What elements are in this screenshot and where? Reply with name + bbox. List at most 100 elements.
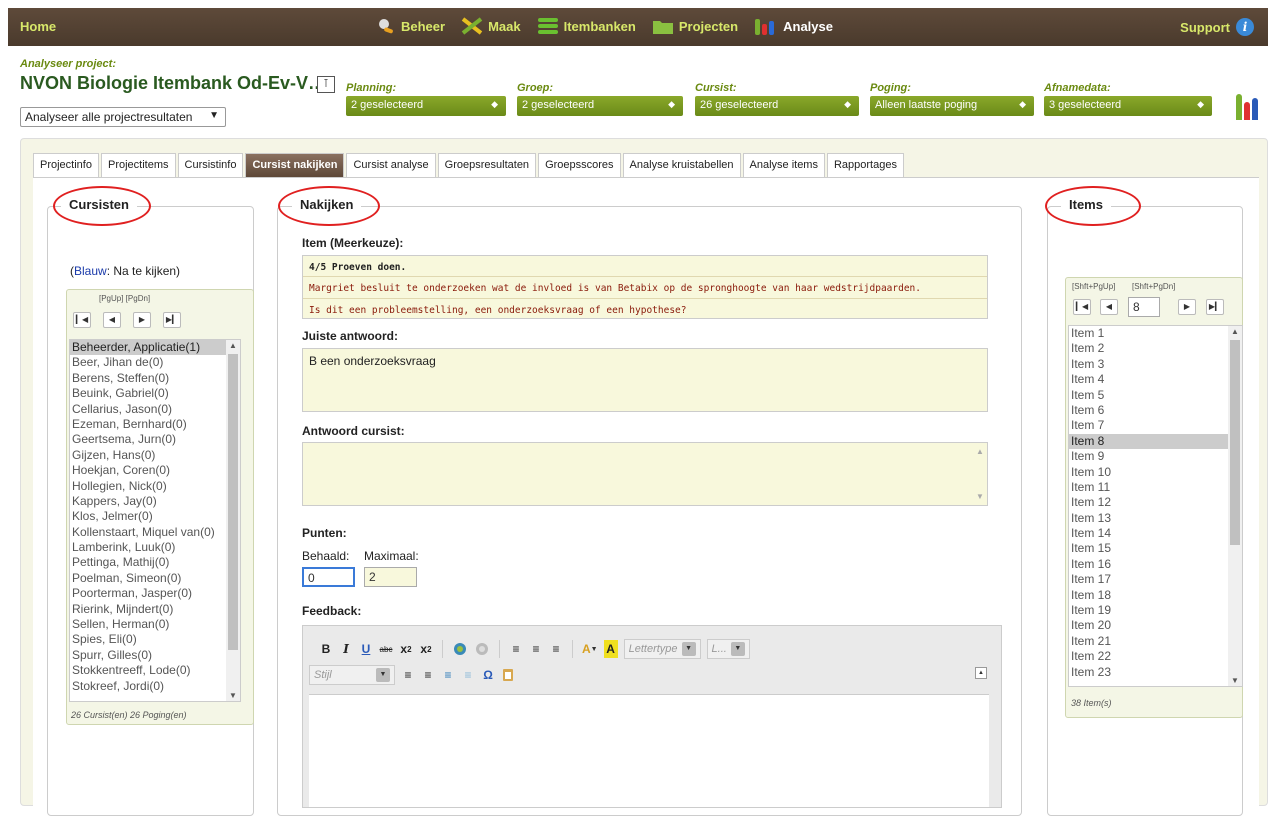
link-icon[interactable] — [452, 640, 468, 658]
cursist-list-item[interactable]: Poorterman, Jasper(0) — [70, 586, 240, 601]
cursist-list-item[interactable]: Hollegien, Nick(0) — [70, 479, 240, 494]
font-family-select[interactable]: Lettertype ▼ — [623, 639, 701, 659]
cursist-list-item[interactable]: Gijzen, Hans(0) — [70, 448, 240, 463]
item-list-item[interactable]: Item 5 — [1069, 388, 1242, 403]
cursist-list-item[interactable]: Poelman, Simeon(0) — [70, 571, 240, 586]
item-list-item[interactable]: Item 1 — [1069, 326, 1242, 341]
item-list-item[interactable]: Item 14 — [1069, 526, 1242, 541]
cursist-list-item[interactable]: Geertsema, Jurn(0) — [70, 432, 240, 447]
numbered-list-icon[interactable]: ≡ — [421, 666, 435, 684]
cursist-list-item[interactable]: Beer, Jihan de(0) — [70, 355, 240, 370]
font-size-select[interactable]: L... ▼ — [706, 639, 750, 659]
nav-itembanken[interactable]: Itembanken — [537, 17, 636, 35]
student-answer-box[interactable]: ▲ ▼ — [302, 442, 988, 506]
tab-analyse-items[interactable]: Analyse items — [742, 153, 825, 177]
cursist-list-item[interactable]: Hoekjan, Coren(0) — [70, 463, 240, 478]
cursist-list-item[interactable]: Beuink, Gabriel(0) — [70, 386, 240, 401]
item-list-item[interactable]: Item 10 — [1069, 465, 1242, 480]
item-list-item[interactable]: Item 8 — [1069, 433, 1242, 450]
item-list-item[interactable]: Item 4 — [1069, 372, 1242, 387]
items-scrollbar[interactable]: ▲ ▼ — [1228, 326, 1242, 686]
next-page-icon[interactable]: ▶ — [133, 312, 151, 328]
tab-analyse-kruistabellen[interactable]: Analyse kruistabellen — [622, 153, 741, 177]
item-list-item[interactable]: Item 18 — [1069, 588, 1242, 603]
prev-item-icon[interactable]: ◀ — [1100, 299, 1118, 315]
scroll-up-icon[interactable]: ▲ — [973, 447, 987, 456]
cursist-list-item[interactable]: Rierink, Mijndert(0) — [70, 602, 240, 617]
item-list-item[interactable]: Item 16 — [1069, 557, 1242, 572]
nav-projecten[interactable]: Projecten — [652, 17, 738, 35]
tab-projectinfo[interactable]: Projectinfo — [33, 153, 99, 177]
bullet-list-icon[interactable]: ≡ — [401, 666, 415, 684]
item-list-item[interactable]: Item 11 — [1069, 480, 1242, 495]
align-right-icon[interactable]: ≡ — [549, 640, 563, 658]
tab-rapportages[interactable]: Rapportages — [826, 153, 904, 177]
cursist-list-item[interactable]: Lamberink, Luuk(0) — [70, 540, 240, 555]
first-page-icon[interactable]: ▎◀ — [73, 312, 91, 328]
italic-icon[interactable]: I — [339, 640, 353, 658]
style-select[interactable]: Stijl ▼ — [309, 665, 395, 685]
item-list-item[interactable]: Item 15 — [1069, 541, 1242, 556]
feedback-text-area[interactable] — [309, 694, 989, 807]
analyse-scope-select[interactable]: Analyseer alle projectresultaten ▼ — [20, 107, 226, 127]
filter-icon[interactable]: ⊺ — [317, 76, 335, 93]
items-list[interactable]: Item 1 Item 2 Item 3 Item 4 Item 5 Item 6 Item… — [1068, 325, 1243, 687]
outdent-icon[interactable]: ≡ — [461, 666, 475, 684]
align-left-icon[interactable]: ≡ — [509, 640, 523, 658]
tab-cursist-analyse[interactable]: Cursist analyse — [346, 153, 436, 177]
cursist-list-item[interactable]: Berens, Steffen(0) — [70, 371, 240, 386]
scroll-down-icon[interactable]: ▼ — [1228, 676, 1242, 685]
paste-icon[interactable] — [501, 666, 515, 684]
tab-groepsscores[interactable]: Groepsscores — [538, 153, 621, 177]
filter-poging-select[interactable]: Alleen laatste poging ◆ — [870, 96, 1034, 116]
scroll-down-icon[interactable]: ▼ — [973, 492, 987, 501]
scroll-up-icon[interactable]: ▲ — [226, 341, 240, 350]
nav-analyse[interactable]: Analyse — [754, 17, 833, 35]
cursist-list-item[interactable]: Spurr, Gilles(0) — [70, 648, 240, 663]
filter-planning-select[interactable]: 2 geselecteerd ◆ — [346, 96, 506, 116]
first-item-icon[interactable]: ▎◀ — [1073, 299, 1091, 315]
filter-cursist-select[interactable]: 26 geselecteerd ◆ — [695, 96, 859, 116]
nav-maak[interactable]: Maak — [461, 17, 521, 35]
item-list-item[interactable]: Item 22 — [1069, 649, 1242, 664]
collapse-toolbar-icon[interactable]: ▲ — [975, 667, 987, 679]
cursist-list-item[interactable]: Spies, Eli(0) — [70, 632, 240, 647]
highlight-color-icon[interactable]: A — [603, 640, 618, 658]
scroll-down-icon[interactable]: ▼ — [226, 691, 240, 700]
cursist-list-item[interactable]: Stokkentreeff, Lode(0) — [70, 663, 240, 678]
cursist-list-item[interactable]: Sellen, Herman(0) — [70, 617, 240, 632]
scroll-thumb[interactable] — [1230, 340, 1240, 545]
item-list-item[interactable]: Item 23 — [1069, 665, 1242, 680]
item-list-item[interactable]: Item 12 — [1069, 495, 1242, 510]
cursist-list-item[interactable]: Kollenstaart, Miquel van(0) — [70, 525, 240, 540]
support-link[interactable]: Support i — [1180, 18, 1254, 36]
cursist-list-item[interactable]: Klos, Jelmer(0) — [70, 509, 240, 524]
item-number-input[interactable]: 8 — [1128, 297, 1160, 317]
item-list-item[interactable]: Item 7 — [1069, 418, 1242, 433]
item-list-item[interactable]: Item 9 — [1069, 449, 1242, 464]
align-center-icon[interactable]: ≡ — [529, 640, 543, 658]
item-list-item[interactable]: Item 19 — [1069, 603, 1242, 618]
indent-icon[interactable]: ≡ — [441, 666, 455, 684]
last-page-icon[interactable]: ▶▎ — [163, 312, 181, 328]
cursist-list-item[interactable]: Kappers, Jay(0) — [70, 494, 240, 509]
nav-beheer[interactable]: Beheer — [376, 17, 445, 35]
special-char-icon[interactable]: Ω — [481, 666, 495, 684]
tab-cursist-nakijken[interactable]: Cursist nakijken — [245, 153, 345, 177]
cursisten-scrollbar[interactable]: ▲ ▼ — [226, 340, 240, 701]
item-list-item[interactable]: Item 13 — [1069, 511, 1242, 526]
filter-afnamedata-select[interactable]: 3 geselecteerd ◆ — [1044, 96, 1212, 116]
cursisten-list[interactable]: Beheerder, Applicatie(1) Beer, Jihan de(0… — [69, 339, 241, 702]
achieved-points-input[interactable]: 0 — [302, 567, 355, 587]
scroll-up-icon[interactable]: ▲ — [1228, 327, 1242, 336]
superscript-icon[interactable]: x2 — [419, 640, 433, 658]
item-list-item[interactable]: Item 6 — [1069, 403, 1242, 418]
strikethrough-icon[interactable]: abc — [379, 640, 393, 658]
last-item-icon[interactable]: ▶▎ — [1206, 299, 1224, 315]
cursist-list-item[interactable]: Ezeman, Bernhard(0) — [70, 417, 240, 432]
item-list-item[interactable]: Item 21 — [1069, 634, 1242, 649]
cursist-list-item[interactable]: Pettinga, Mathij(0) — [70, 555, 240, 570]
bold-icon[interactable]: B — [319, 640, 333, 658]
tab-projectitems[interactable]: Projectitems — [100, 153, 176, 177]
nav-home[interactable]: Home — [20, 19, 56, 34]
